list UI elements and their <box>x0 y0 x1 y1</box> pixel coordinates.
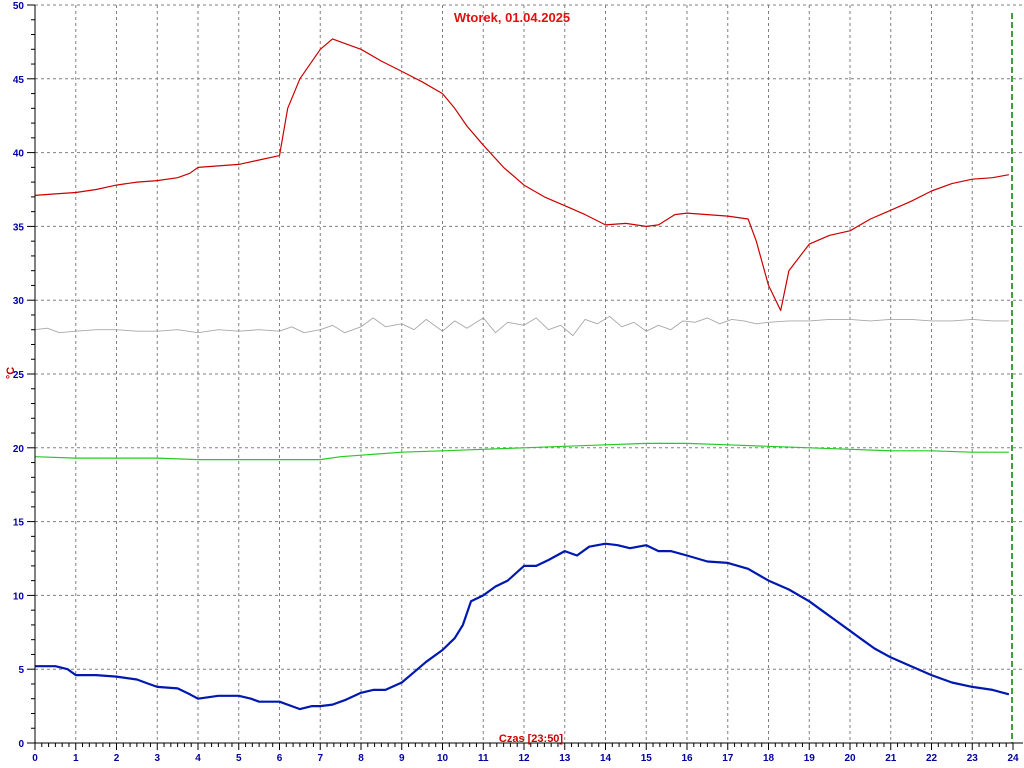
y-axis-label: °C <box>5 367 17 379</box>
x-tick-label: 20 <box>844 753 856 764</box>
y-tick-label: 35 <box>13 222 25 233</box>
x-tick-label: 14 <box>600 753 612 764</box>
x-tick-label: 15 <box>641 753 653 764</box>
x-tick-label: 3 <box>154 753 160 764</box>
x-tick-label: 23 <box>967 753 979 764</box>
y-tick-label: 50 <box>13 1 25 12</box>
y-tick-label: 10 <box>13 591 25 602</box>
y-tick-label: 15 <box>13 518 25 529</box>
chart-background <box>0 0 1024 768</box>
x-tick-label: 12 <box>518 753 530 764</box>
x-tick-label: 16 <box>681 753 693 764</box>
x-tick-label: 5 <box>236 753 242 764</box>
x-tick-label: 13 <box>559 753 571 764</box>
x-tick-label: 17 <box>722 753 734 764</box>
x-tick-label: 6 <box>277 753 283 764</box>
x-tick-label: 1 <box>73 753 79 764</box>
x-tick-label: 7 <box>317 753 323 764</box>
y-tick-label: 45 <box>13 75 25 86</box>
y-tick-label: 40 <box>13 149 25 160</box>
x-tick-label: 18 <box>763 753 775 764</box>
temperature-chart: 0 1 2 3 4 5 6 7 8 9 10 11 12 13 14 15 16 17 18 19 20 21 22 23 24… <box>0 0 1024 768</box>
x-tick-label: 2 <box>114 753 120 764</box>
x-tick-label: 22 <box>926 753 938 764</box>
x-tick-label: 8 <box>358 753 364 764</box>
chart-canvas: 0 1 2 3 4 5 6 7 8 9 10 11 12 13 14 15 16 17 18 19 20 21 22 23 24… <box>0 0 1024 768</box>
chart-title: Wtorek, 01.04.2025 <box>454 10 570 25</box>
x-tick-label: 24 <box>1007 753 1019 764</box>
y-tick-label: 30 <box>13 296 25 307</box>
x-tick-label: 4 <box>195 753 201 764</box>
x-tick-label: 0 <box>32 753 38 764</box>
y-tick-label: 0 <box>18 739 24 750</box>
y-tick-label: 20 <box>13 444 25 455</box>
x-tick-label: 10 <box>437 753 449 764</box>
x-tick-label: 21 <box>885 753 897 764</box>
x-tick-label: 9 <box>399 753 405 764</box>
x-tick-label: 19 <box>804 753 816 764</box>
y-tick-label: 5 <box>18 665 24 676</box>
x-tick-label: 11 <box>478 753 489 764</box>
x-axis-label: Czas [23:50] <box>499 733 564 745</box>
